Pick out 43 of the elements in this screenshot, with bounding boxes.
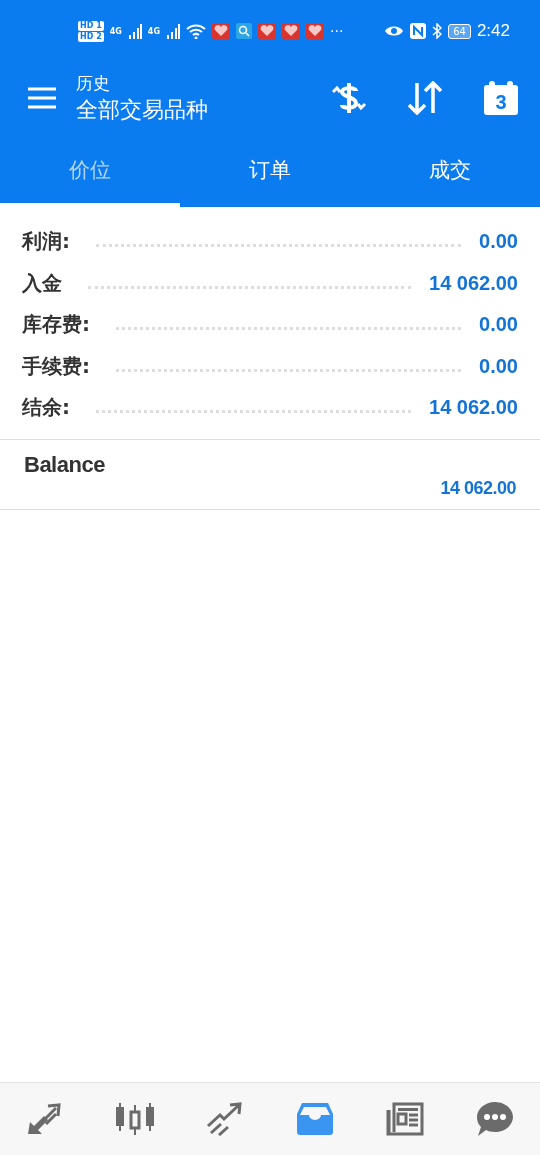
heart-app-icon (212, 23, 230, 39)
summary-value: 14 062.00 (429, 271, 518, 295)
more-notifications: ··· (330, 23, 344, 39)
heart-app-icon (282, 23, 300, 39)
network-type: 4G (147, 26, 160, 36)
summary-value: 14 062.00 (429, 396, 518, 420)
candlestick-icon (116, 1101, 154, 1137)
sim-badge: HD 2 (78, 31, 104, 42)
summary-label: 手续费: (22, 352, 90, 380)
network-type: 4G (109, 26, 122, 36)
summary-value: 0.00 (479, 230, 518, 254)
summary-value: 0.00 (479, 313, 518, 337)
nfc-icon (410, 23, 427, 39)
deal-type: Balance (24, 451, 106, 478)
trend-arrow-icon (206, 1102, 244, 1136)
deal-row[interactable]: Balance 14 062.00 (0, 439, 540, 510)
sim-badge: HD 1 (78, 20, 104, 31)
diagonal-arrows-icon (26, 1102, 64, 1136)
chat-bubble-icon (476, 1101, 514, 1137)
heart-app-icon (258, 23, 276, 39)
header-title: 全部交易品种 (76, 95, 209, 124)
newspaper-icon (386, 1102, 424, 1136)
summary-label: 入金 (22, 269, 62, 297)
summary-label: 库存费: (22, 311, 90, 339)
clock-time: 2:42 (476, 21, 510, 41)
eye-icon (384, 24, 405, 38)
heart-app-icon (306, 23, 324, 39)
tab[interactable]: 订单 (180, 134, 360, 207)
tab[interactable]: 成交 (360, 134, 540, 207)
inbox-icon (296, 1102, 334, 1136)
search-app-icon (236, 23, 252, 39)
wifi-icon (186, 23, 206, 39)
calendar-button[interactable]: 3 (476, 76, 526, 120)
tab[interactable]: 价位 (0, 134, 180, 207)
summary-value: 0.00 (479, 354, 518, 378)
bluetooth-icon (432, 23, 443, 39)
summary-label: 结余: (22, 394, 70, 422)
signal-icon (127, 23, 142, 39)
battery-level: 64 (448, 23, 471, 39)
signal-icon (166, 23, 180, 39)
header-subtitle: 历史 (76, 71, 111, 95)
summary-label: 利润: (22, 228, 70, 256)
deal-amount: 14 062.00 (440, 477, 516, 499)
